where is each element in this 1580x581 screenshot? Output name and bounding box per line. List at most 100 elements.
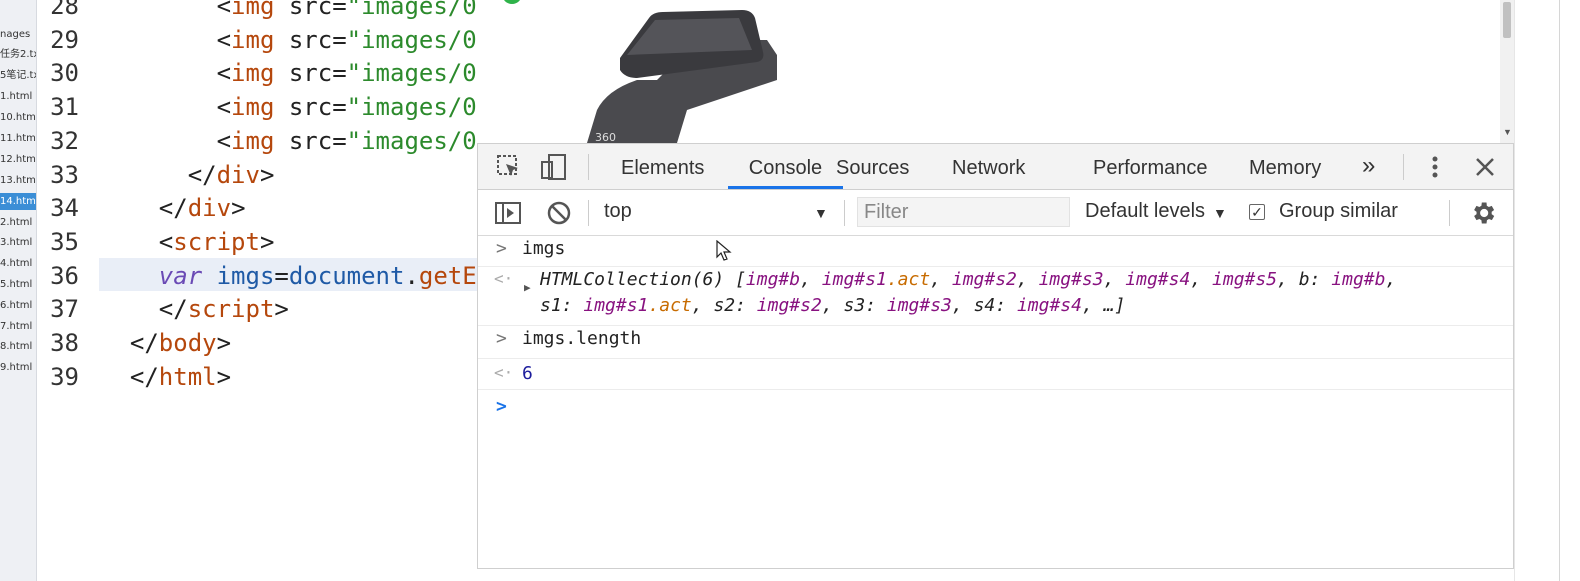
- sidebar-file-item[interactable]: 14.htm: [0, 193, 36, 210]
- collection-head: HTMLCollection(6) [: [540, 269, 746, 290]
- show-sidebar-icon[interactable]: [494, 200, 522, 226]
- collection-item: img#s2: [756, 295, 822, 316]
- code-line[interactable]: <img src="images/01: [101, 0, 477, 20]
- collection-item-class: .act: [886, 269, 931, 290]
- collection-key: s3:: [843, 295, 877, 316]
- code-token: script: [187, 295, 275, 324]
- code-token: "images/03: [346, 59, 477, 88]
- code-token: src=: [274, 126, 347, 155]
- sidebar-file-item[interactable]: 10.htm: [0, 109, 36, 126]
- kebab-menu-icon[interactable]: [1428, 154, 1442, 180]
- scroll-down-arrow-icon[interactable]: ▼: [1503, 127, 1512, 137]
- more-tabs-button[interactable]: »: [1362, 144, 1375, 189]
- code-line[interactable]: <img src="images/05: [101, 127, 477, 155]
- code-line[interactable]: </html>: [101, 363, 231, 391]
- device-toolbar-icon[interactable]: [540, 153, 568, 181]
- code-token: div: [187, 194, 232, 223]
- code-token: src=: [274, 0, 347, 20]
- code-token: img: [231, 126, 275, 155]
- code-line[interactable]: <img src="images/03: [101, 59, 477, 87]
- console-output-row: <· 6: [478, 359, 1513, 390]
- code-line[interactable]: <img src="images/02: [101, 26, 477, 54]
- tab-memory[interactable]: Memory: [1249, 144, 1321, 189]
- tab-performance[interactable]: Performance: [1093, 144, 1208, 189]
- code-token: >: [259, 227, 275, 256]
- product-label: 360: [595, 131, 616, 143]
- dashcam-product-image: 360: [504, 0, 777, 143]
- code-token: script: [173, 227, 260, 256]
- code-token: >: [216, 362, 232, 391]
- file-sidebar: nages 任务2.txt 5笔记.txt 1.html 10.htm 11.htm 12.…: [0, 0, 37, 581]
- group-similar-checkbox[interactable]: ✓: [1249, 204, 1265, 220]
- code-token: div: [216, 160, 260, 189]
- sidebar-file-item[interactable]: 5.html: [0, 276, 36, 293]
- code-editor[interactable]: 28 29 30 31 32 33 34 35 36 37 38 39 <img src="image…: [37, 0, 477, 581]
- input-prompt-icon: >: [496, 328, 507, 349]
- context-selector[interactable]: top: [604, 200, 632, 223]
- sidebar-file-item[interactable]: 2.html: [0, 214, 36, 231]
- sidebar-file-item[interactable]: 11.htm: [0, 130, 36, 147]
- preview-scrollbar[interactable]: ▼: [1500, 0, 1514, 143]
- collection-line: s1: img#s1.act, s2: img#s2, s3: img#s3, …: [540, 295, 1126, 316]
- code-token: </: [101, 194, 188, 223]
- clear-console-icon[interactable]: [546, 200, 572, 226]
- console-output[interactable]: > imgs <· ▶ HTMLCollection(6) [img#b, img#s1…: [478, 236, 1513, 424]
- code-token: <: [101, 0, 232, 20]
- sidebar-file-item[interactable]: nages: [0, 26, 36, 43]
- collection-line: HTMLCollection(6) [img#b, img#s1.act, im…: [540, 269, 1408, 290]
- code-token: >: [216, 329, 232, 357]
- tab-sources[interactable]: Sources: [836, 144, 909, 189]
- code-token: imgs: [202, 261, 275, 290]
- collection-item: img#b: [1331, 269, 1386, 290]
- sidebar-file-item[interactable]: 9.html: [0, 359, 36, 376]
- code-token: </: [101, 329, 159, 357]
- code-token: .: [404, 261, 419, 290]
- window-edge-line: [1559, 0, 1560, 581]
- sidebar-file-item[interactable]: 1.html: [0, 88, 36, 105]
- sidebar-file-item[interactable]: 12.htm: [0, 151, 36, 168]
- collection-key: s1:: [540, 295, 573, 316]
- sidebar-file-item[interactable]: 7.html: [0, 318, 36, 335]
- code-token: img: [231, 25, 275, 54]
- context-dropdown-icon[interactable]: ▼: [814, 205, 828, 221]
- code-line[interactable]: <script>: [101, 227, 275, 256]
- sidebar-file-item[interactable]: 任务2.txt: [0, 46, 36, 63]
- filter-field[interactable]: [857, 197, 1075, 227]
- sidebar-file-item[interactable]: 3.html: [0, 234, 36, 251]
- close-icon[interactable]: [1474, 156, 1496, 178]
- line-number: 30: [50, 59, 79, 88]
- sidebar-file-item[interactable]: 13.htm: [0, 172, 36, 189]
- code-token: img: [231, 59, 275, 88]
- filter-input[interactable]: [858, 198, 1075, 226]
- sidebar-file-item[interactable]: 8.html: [0, 338, 36, 355]
- collection-key: b:: [1298, 269, 1321, 290]
- console-prompt-row[interactable]: >: [478, 390, 1513, 424]
- scrollbar-thumb[interactable]: [1503, 2, 1511, 38]
- gear-icon[interactable]: [1469, 199, 1497, 227]
- code-line[interactable]: </body>: [101, 329, 231, 357]
- code-token: src=: [274, 59, 347, 88]
- collection-item: img#s3: [1038, 269, 1104, 290]
- sidebar-file-item[interactable]: 5笔记.txt: [0, 67, 36, 84]
- output-prompt-icon: <·: [494, 363, 514, 382]
- toolbar-separator: [844, 200, 845, 226]
- expand-triangle-icon[interactable]: ▶: [524, 281, 531, 294]
- sidebar-file-item[interactable]: 6.html: [0, 297, 36, 314]
- code-line[interactable]: </div>: [101, 194, 246, 222]
- code-line[interactable]: <img src="images/04: [101, 93, 477, 121]
- code-line[interactable]: </script>: [101, 295, 289, 323]
- tab-network[interactable]: Network: [952, 144, 1025, 189]
- sidebar-file-item[interactable]: 4.html: [0, 255, 36, 272]
- levels-dropdown[interactable]: Default levels: [1085, 200, 1205, 223]
- code-line[interactable]: var imgs=document.getEl: [101, 262, 477, 290]
- code-token: document: [288, 261, 405, 290]
- code-line[interactable]: </div>: [101, 160, 275, 189]
- inspect-element-icon[interactable]: [496, 154, 522, 180]
- tab-console[interactable]: Console: [728, 144, 843, 189]
- console-input-text: imgs: [522, 238, 566, 259]
- line-number: 37: [50, 295, 79, 324]
- line-number: 29: [50, 25, 79, 54]
- levels-dropdown-icon[interactable]: ▼: [1213, 205, 1227, 221]
- tab-elements[interactable]: Elements: [621, 144, 704, 189]
- console-input-row: > imgs.length: [478, 326, 1513, 359]
